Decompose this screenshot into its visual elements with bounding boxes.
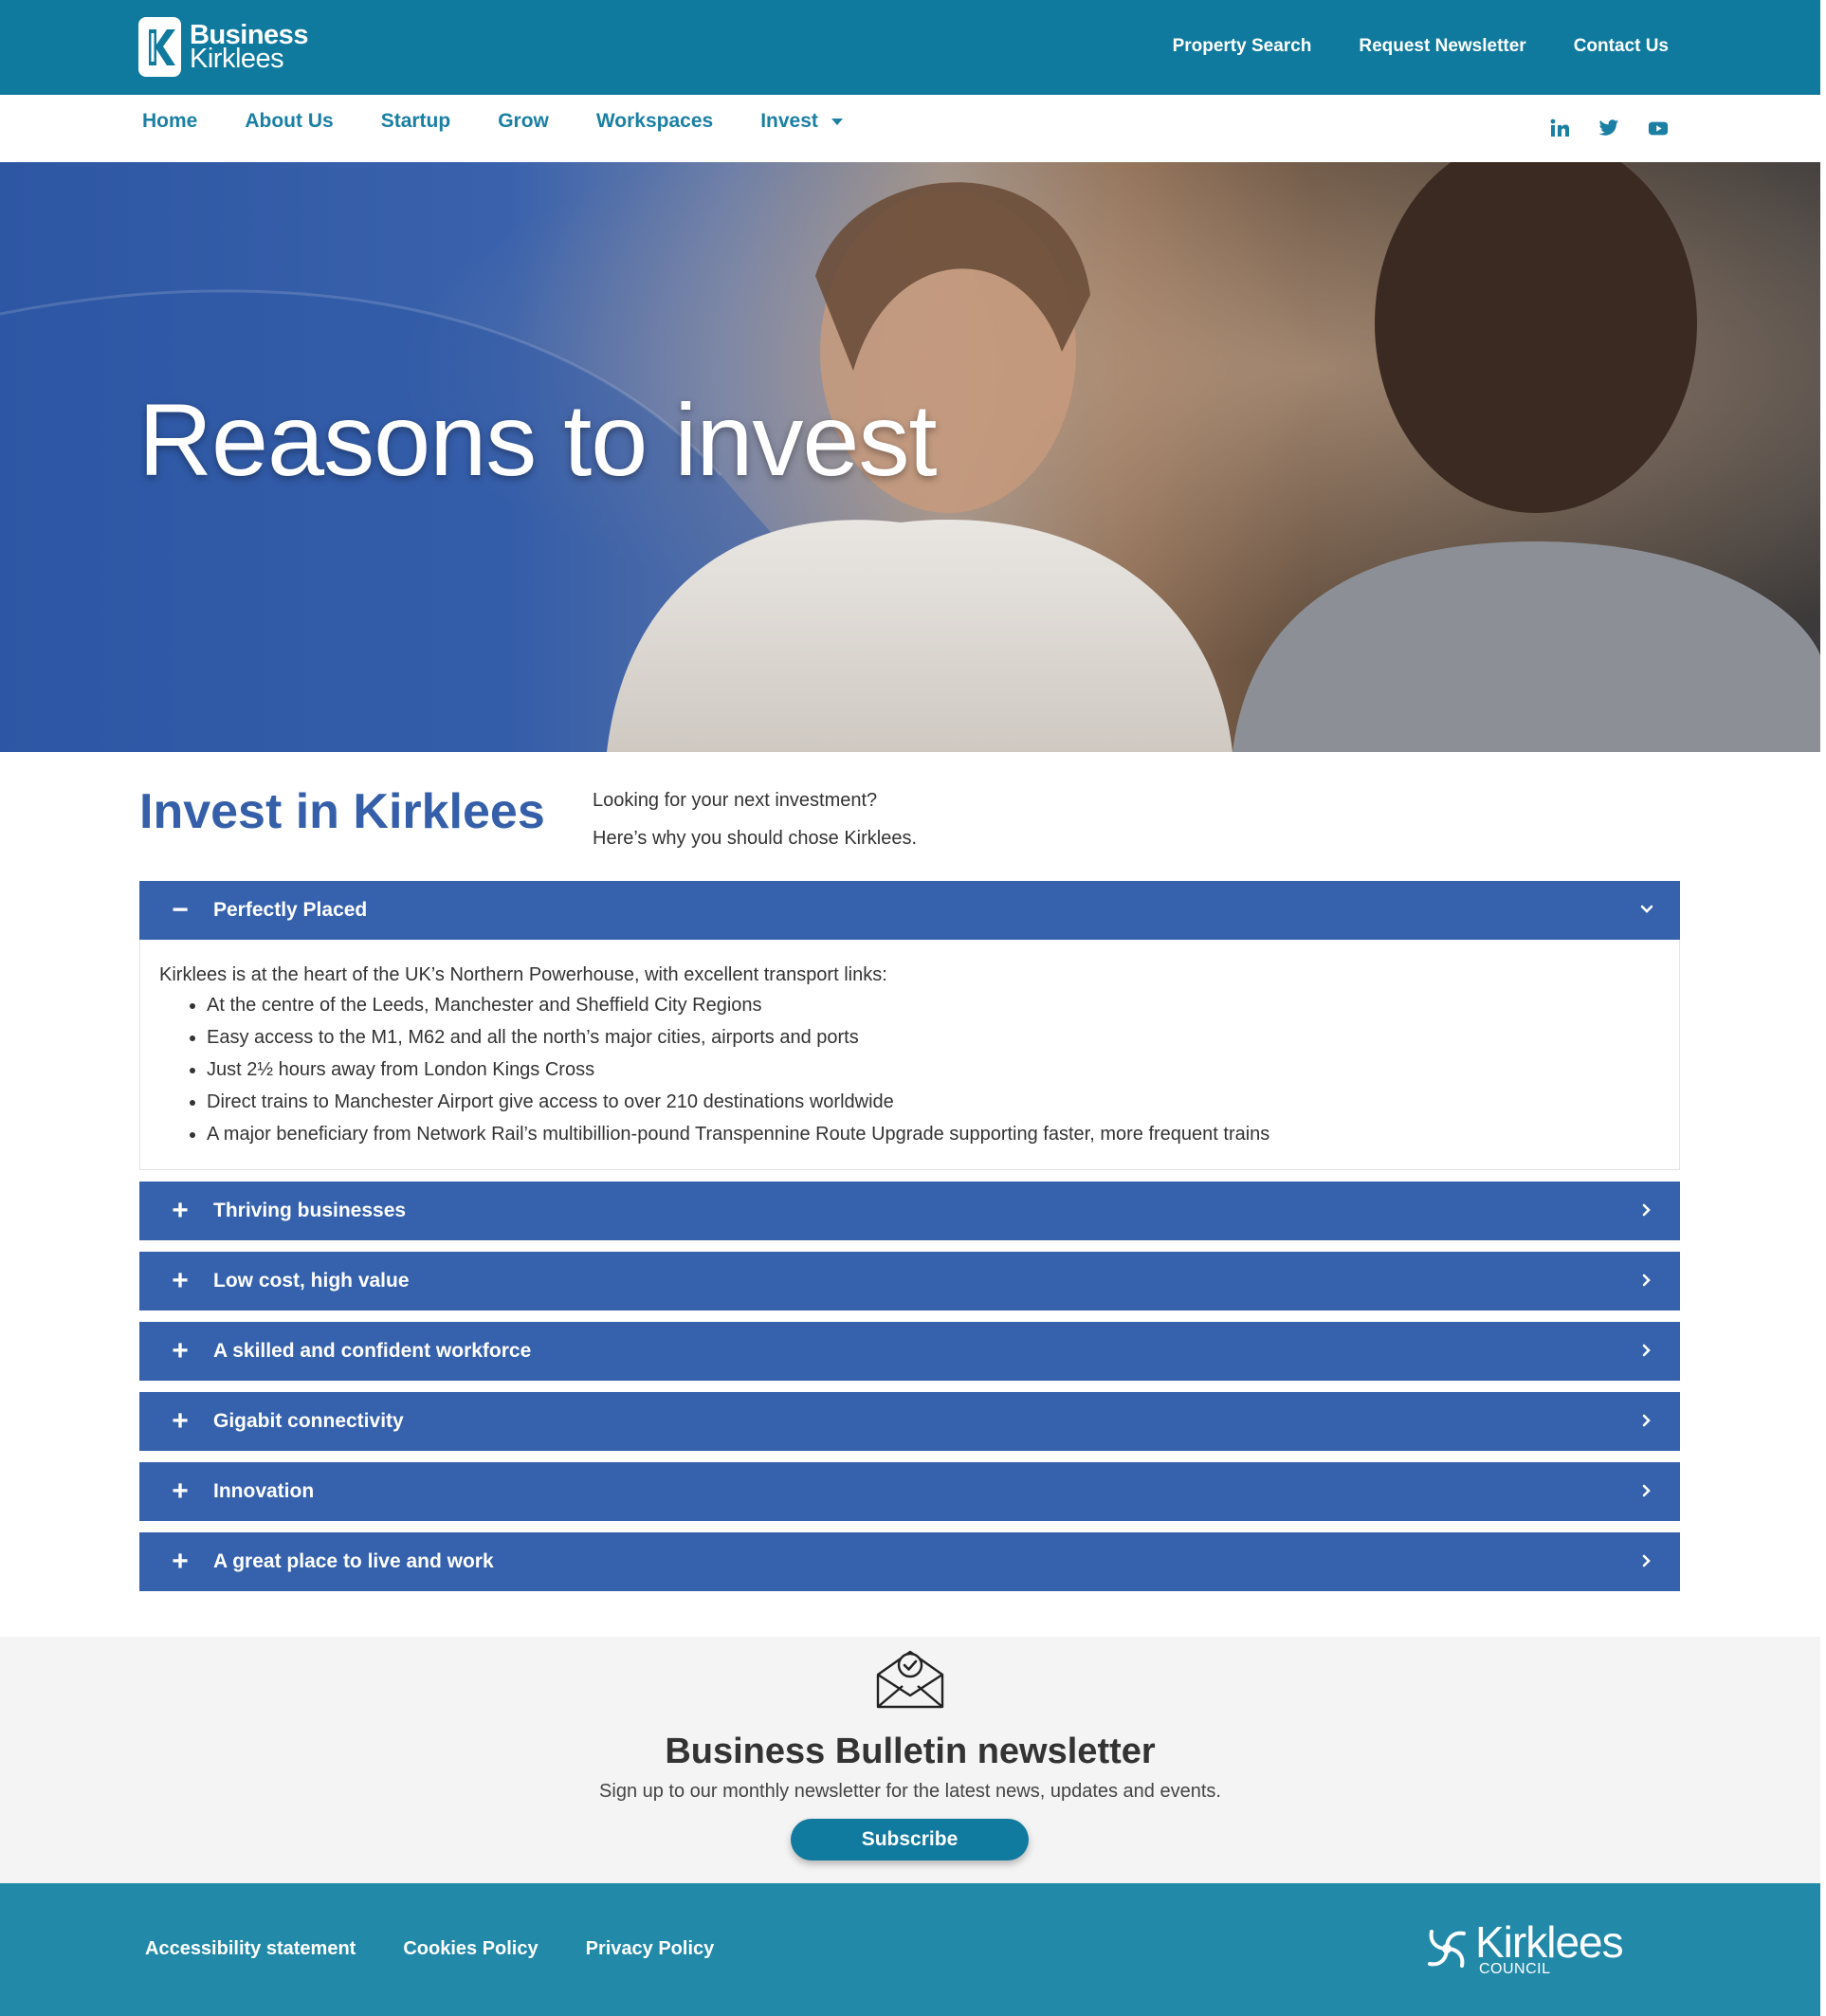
- nav-about-us[interactable]: About Us: [245, 110, 333, 133]
- subscribe-button[interactable]: Subscribe: [791, 1819, 1029, 1860]
- list-item: Just 2½ hours away from London Kings Cro…: [207, 1054, 1660, 1086]
- plus-icon: +: [172, 1195, 189, 1226]
- newsletter-section: Business Bulletin newsletter Sign up to …: [0, 1637, 1820, 1883]
- plus-icon: +: [172, 1546, 189, 1577]
- accordion-label: Perfectly Placed: [213, 899, 368, 921]
- main-navigation: Home About Us Startup Grow Workspaces In…: [0, 95, 1820, 162]
- privacy-policy-link[interactable]: Privacy Policy: [586, 1938, 715, 1960]
- linkedin-icon[interactable]: [1549, 118, 1570, 138]
- accessibility-statement-link[interactable]: Accessibility statement: [145, 1938, 356, 1960]
- logo-line-2: Kirklees: [190, 43, 284, 74]
- nav-workspaces[interactable]: Workspaces: [596, 110, 713, 133]
- list-item: Direct trains to Manchester Airport give…: [207, 1086, 1660, 1118]
- contact-us-link[interactable]: Contact Us: [1574, 36, 1669, 57]
- twitter-icon[interactable]: [1598, 118, 1619, 138]
- accordion-panel-perfectly-placed: Kirklees is at the heart of the UK’s Nor…: [139, 940, 1680, 1170]
- chevron-right-icon: [1642, 1414, 1651, 1427]
- nav-invest[interactable]: Invest: [760, 110, 843, 133]
- accordion-label: Thriving businesses: [213, 1200, 407, 1221]
- chevron-down-icon: [831, 118, 843, 125]
- plus-icon: +: [172, 1335, 189, 1366]
- accordion-header-innovation[interactable]: + Innovation: [139, 1462, 1680, 1521]
- list-item: A major beneficiary from Network Rail’s …: [207, 1118, 1660, 1150]
- accordion-label: A skilled and confident workforce: [213, 1340, 532, 1362]
- newsletter-subtitle: Sign up to our monthly newsletter for th…: [599, 1781, 1221, 1802]
- business-kirklees-logo[interactable]: Business Kirklees: [138, 17, 308, 77]
- chevron-right-icon: [1642, 1554, 1651, 1567]
- accordion-label: A great place to live and work: [213, 1550, 494, 1572]
- k-logo-icon: [138, 17, 181, 77]
- list-item: At the centre of the Leeds, Manchester a…: [207, 989, 1660, 1021]
- intro-line-2: Here’s why you should chose Kirklees.: [593, 828, 918, 849]
- chevron-right-icon: [1642, 1203, 1651, 1217]
- cookies-policy-link[interactable]: Cookies Policy: [403, 1938, 538, 1960]
- accordion-header-thriving-businesses[interactable]: + Thriving businesses: [139, 1182, 1680, 1240]
- intro-text: Looking for your next investment? Here’s…: [593, 781, 917, 857]
- hero-banner: Reasons to invest: [0, 162, 1820, 752]
- chevron-right-icon: [1642, 1484, 1651, 1497]
- property-search-link[interactable]: Property Search: [1173, 36, 1312, 57]
- minus-icon: −: [172, 894, 189, 926]
- nav-grow[interactable]: Grow: [498, 110, 549, 133]
- footer: Accessibility statement Cookies Policy P…: [0, 1883, 1820, 2016]
- nav-startup[interactable]: Startup: [381, 110, 451, 133]
- social-links: [1549, 118, 1669, 138]
- hero-title: Reasons to invest: [138, 382, 937, 497]
- top-header: Business Kirklees Property Search Reques…: [0, 0, 1820, 95]
- accordion-header-low-cost[interactable]: + Low cost, high value: [139, 1252, 1680, 1310]
- youtube-icon[interactable]: [1648, 118, 1669, 138]
- newsletter-title: Business Bulletin newsletter: [665, 1732, 1156, 1771]
- plus-icon: +: [172, 1475, 189, 1507]
- plus-icon: +: [172, 1405, 189, 1437]
- accordion-header-perfectly-placed[interactable]: − Perfectly Placed: [139, 881, 1680, 940]
- intro-line-1: Looking for your next investment?: [593, 790, 878, 811]
- accordion-header-gigabit[interactable]: + Gigabit connectivity: [139, 1392, 1680, 1451]
- chevron-right-icon: [1642, 1274, 1651, 1287]
- kirklees-swirl-icon: [1428, 1930, 1466, 1968]
- utility-links: Property Search Request Newsletter Conta…: [1173, 36, 1669, 57]
- kirklees-council-logo[interactable]: Kirklees COUNCIL: [1422, 1917, 1624, 1977]
- footer-links: Accessibility statement Cookies Policy P…: [145, 1938, 714, 1960]
- council-name: Kirklees: [1475, 1917, 1624, 1967]
- accordion-header-skilled-workforce[interactable]: + A skilled and confident workforce: [139, 1322, 1680, 1381]
- section-heading: Invest in Kirklees: [139, 784, 545, 839]
- transport-list: At the centre of the Leeds, Manchester a…: [207, 989, 1660, 1150]
- nav-invest-label: Invest: [760, 110, 818, 132]
- accordion-label: Innovation: [213, 1480, 315, 1502]
- envelope-check-icon: [876, 1650, 944, 1709]
- chevron-right-icon: [1642, 1344, 1651, 1357]
- chevron-down-icon: [1640, 905, 1653, 913]
- accordion-label: Gigabit connectivity: [213, 1410, 404, 1432]
- reasons-accordion: − Perfectly Placed Kirklees is at the he…: [139, 881, 1680, 1603]
- list-item: Easy access to the M1, M62 and all the n…: [207, 1021, 1660, 1054]
- accordion-header-great-place[interactable]: + A great place to live and work: [139, 1532, 1680, 1591]
- panel-intro: Kirklees is at the heart of the UK’s Nor…: [159, 964, 887, 985]
- accordion-label: Low cost, high value: [213, 1270, 410, 1292]
- plus-icon: +: [172, 1265, 189, 1296]
- request-newsletter-link[interactable]: Request Newsletter: [1359, 36, 1525, 57]
- nav-home[interactable]: Home: [142, 110, 197, 133]
